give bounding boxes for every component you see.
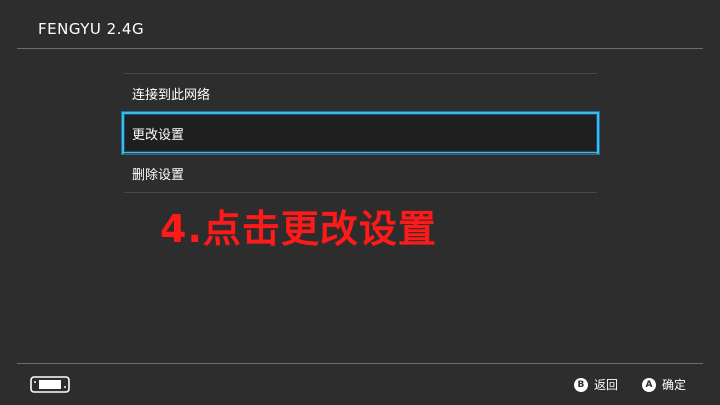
menu-item-label: 更改设置 <box>132 127 185 143</box>
back-action[interactable]: B 返回 <box>573 376 618 393</box>
confirm-action[interactable]: A 确定 <box>641 376 686 393</box>
menu-item-label: 删除设置 <box>132 167 185 183</box>
a-button-icon: A <box>641 377 656 392</box>
handheld-console-icon <box>30 376 70 393</box>
page-title: FENGYU 2.4G <box>38 20 145 38</box>
menu-item-delete-settings[interactable]: 删除设置 <box>124 153 597 193</box>
instruction-annotation: 4.点击更改设置 <box>160 207 437 251</box>
back-label: 返回 <box>593 378 618 392</box>
confirm-label: 确定 <box>661 378 686 392</box>
footer-actions: B 返回 A 确定 <box>573 376 686 393</box>
menu-item-connect[interactable]: 连接到此网络 <box>124 73 597 113</box>
menu-item-label: 连接到此网络 <box>132 88 211 103</box>
menu-item-change-settings[interactable]: 更改设置 <box>122 112 599 154</box>
b-button-icon: B <box>573 377 588 392</box>
network-options-menu: 连接到此网络 更改设置 删除设置 <box>122 73 599 193</box>
footer-divider <box>17 363 703 364</box>
header-divider <box>17 48 703 49</box>
